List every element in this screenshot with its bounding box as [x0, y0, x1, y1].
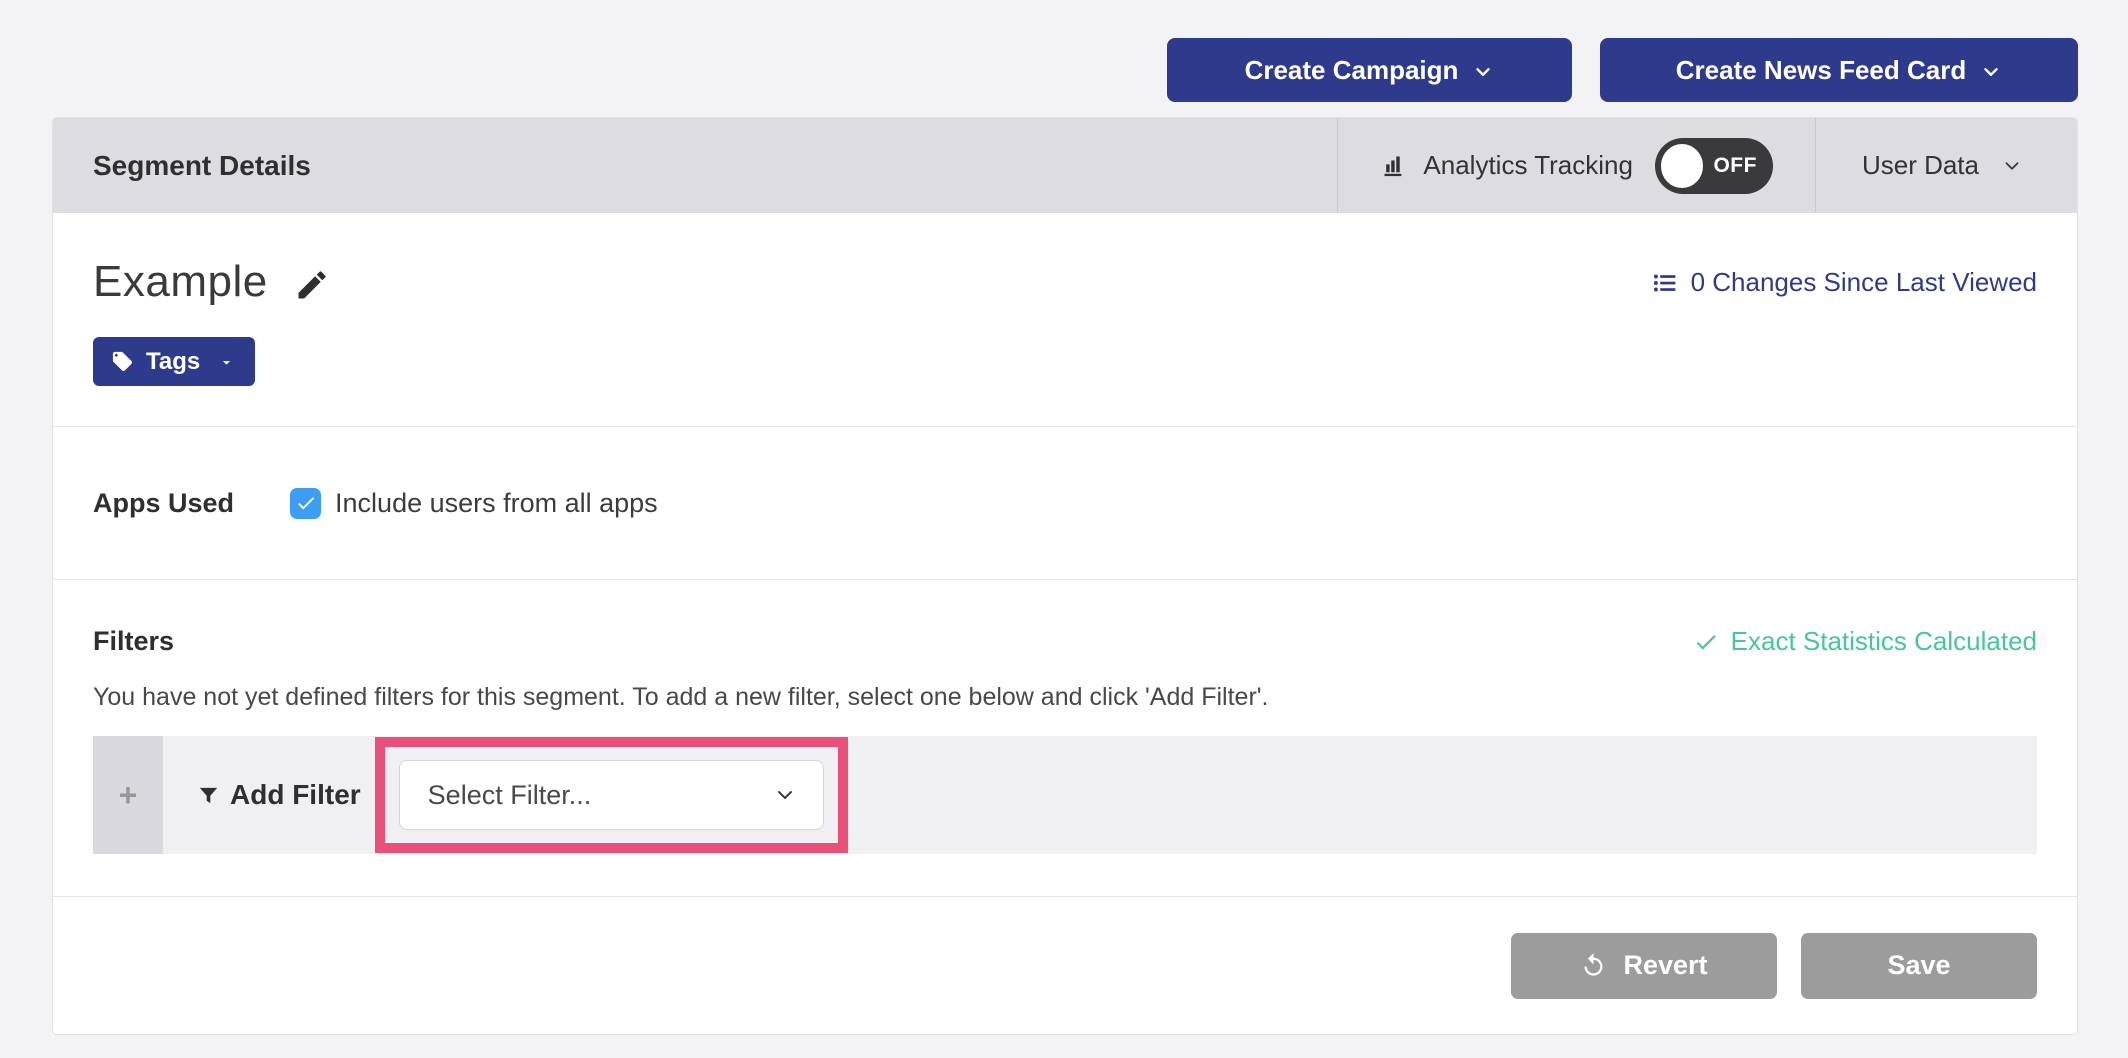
- chevron-down-icon: [1472, 61, 1494, 83]
- segment-details-card: Segment Details Analytics Tracking OFF U…: [52, 117, 2078, 1035]
- revert-button-label: Revert: [1623, 950, 1707, 981]
- toggle-state-label: OFF: [1713, 154, 1757, 178]
- create-campaign-button[interactable]: Create Campaign: [1167, 38, 1572, 102]
- toggle-knob: [1661, 144, 1704, 188]
- revert-icon: [1580, 952, 1607, 979]
- segment-name: Example: [93, 257, 268, 307]
- tags-button-label: Tags: [146, 348, 200, 376]
- list-icon: [1651, 270, 1679, 296]
- filters-label: Filters: [93, 626, 174, 657]
- chevron-down-icon: [2001, 155, 2023, 177]
- check-icon: [1693, 629, 1719, 655]
- tag-icon: [111, 350, 134, 373]
- filter-funnel-icon: [197, 784, 220, 807]
- changes-since-last-viewed-link[interactable]: 0 Changes Since Last Viewed: [1651, 267, 2037, 298]
- top-action-bar: Create Campaign Create News Feed Card: [0, 0, 2128, 117]
- segment-details-page: Create Campaign Create News Feed Card Se…: [0, 0, 2128, 1058]
- annotation-highlight-box: Select Filter...: [375, 737, 848, 853]
- card-header: Segment Details Analytics Tracking OFF U…: [53, 118, 2077, 213]
- user-data-dropdown[interactable]: User Data: [1815, 118, 2077, 213]
- exact-statistics-label: Exact Statistics Calculated: [1731, 626, 2037, 657]
- add-filter-row: + Add Filter Select Filter...: [93, 736, 2037, 854]
- card-footer: Revert Save: [53, 896, 2077, 1034]
- chevron-down-icon: [773, 783, 797, 807]
- bar-chart-icon: [1380, 152, 1407, 179]
- filters-section: Filters Exact Statistics Calculated You …: [53, 579, 2077, 896]
- tags-button[interactable]: Tags: [93, 337, 255, 386]
- checkbox-checked[interactable]: [290, 488, 321, 519]
- analytics-tracking-label: Analytics Tracking: [1423, 150, 1633, 181]
- add-filter-button[interactable]: Add Filter: [197, 779, 361, 811]
- create-campaign-label: Create Campaign: [1245, 55, 1459, 86]
- save-button[interactable]: Save: [1801, 933, 2037, 999]
- revert-button[interactable]: Revert: [1511, 933, 1777, 999]
- plus-icon: +: [119, 777, 138, 814]
- analytics-tracking-cell: Analytics Tracking OFF: [1337, 118, 1815, 213]
- user-data-label: User Data: [1862, 150, 1979, 181]
- apps-used-section: Apps Used Include users from all apps: [53, 426, 2077, 579]
- segment-name-section: Example 0 Changes Since Last Viewed Tags: [53, 213, 2077, 426]
- check-icon: [295, 492, 317, 514]
- add-filter-label: Add Filter: [230, 779, 361, 811]
- filters-description: You have not yet defined filters for thi…: [93, 683, 2037, 712]
- apps-used-label: Apps Used: [93, 488, 234, 519]
- save-button-label: Save: [1887, 950, 1950, 981]
- chevron-down-icon: [1980, 61, 2002, 83]
- select-filter-dropdown[interactable]: Select Filter...: [399, 760, 824, 830]
- page-title: Segment Details: [53, 118, 311, 213]
- include-all-apps-checkbox-row[interactable]: Include users from all apps: [290, 488, 658, 519]
- analytics-tracking-toggle[interactable]: OFF: [1655, 138, 1773, 194]
- header-controls: Analytics Tracking OFF User Data: [1337, 118, 2077, 213]
- select-filter-placeholder: Select Filter...: [428, 780, 592, 811]
- create-news-feed-label: Create News Feed Card: [1676, 55, 1966, 86]
- include-all-apps-label: Include users from all apps: [335, 488, 658, 519]
- exact-statistics-status: Exact Statistics Calculated: [1693, 626, 2037, 657]
- edit-pencil-icon[interactable]: [294, 267, 330, 303]
- create-news-feed-card-button[interactable]: Create News Feed Card: [1600, 38, 2078, 102]
- add-filter-group-button[interactable]: +: [93, 736, 163, 854]
- changes-link-label: 0 Changes Since Last Viewed: [1691, 267, 2037, 298]
- caret-down-icon: [218, 354, 235, 371]
